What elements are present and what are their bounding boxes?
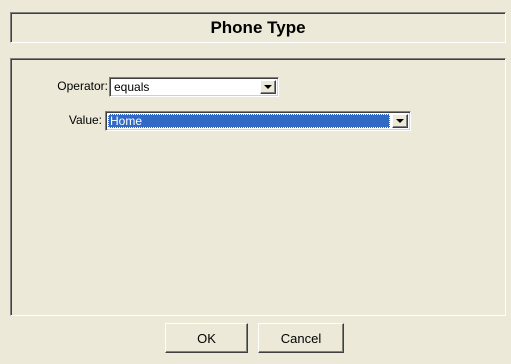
operator-label: Operator:: [57, 79, 108, 93]
ok-button[interactable]: OK: [165, 323, 248, 353]
cancel-button[interactable]: Cancel: [258, 323, 344, 353]
operator-dropdown-button[interactable]: [260, 80, 276, 94]
value-select[interactable]: Home: [105, 111, 411, 131]
value-dropdown-button[interactable]: [392, 114, 408, 128]
phone-type-dialog: Phone Type Operator: equals Value: Home …: [0, 0, 511, 364]
chevron-down-icon: [264, 85, 272, 89]
chevron-down-icon: [396, 119, 404, 123]
operator-select[interactable]: equals: [109, 77, 279, 97]
value-select-value: Home: [108, 114, 390, 128]
operator-select-value: equals: [114, 80, 150, 94]
value-label: Value:: [68, 113, 102, 127]
dialog-title: Phone Type: [210, 17, 306, 37]
title-bar: Phone Type: [10, 12, 506, 43]
